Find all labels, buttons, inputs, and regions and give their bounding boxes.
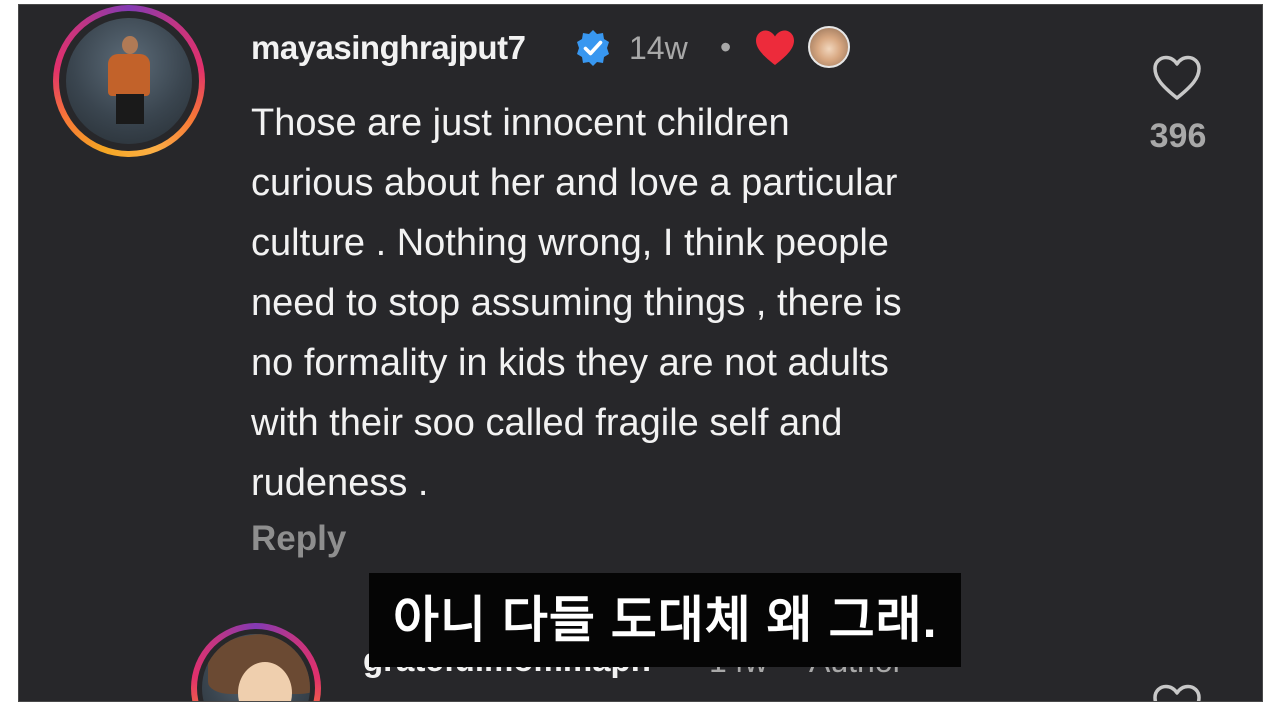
comment-username[interactable]: mayasinghrajput7 — [251, 29, 526, 67]
heart-outline-icon[interactable] — [1151, 54, 1203, 102]
heart-filled-icon — [756, 30, 794, 65]
comment-timestamp: 14w — [629, 30, 688, 66]
comment-thread-panel: mayasinghrajput7 14w • Those are just in… — [18, 4, 1263, 702]
verified-badge-icon — [577, 30, 609, 66]
author-avatar-small — [808, 26, 850, 68]
comment-text: Those are just innocent children curious… — [251, 102, 902, 504]
meta-separator: • — [720, 29, 732, 65]
reply-button[interactable]: Reply — [251, 519, 346, 559]
commenter-avatar[interactable] — [53, 5, 205, 157]
like-count: 396 — [1149, 117, 1207, 155]
avatar-photo — [66, 18, 192, 144]
video-subtitle-caption: 아니 다들 도대체 왜 그래. — [369, 573, 962, 667]
next-commenter-avatar[interactable] — [191, 623, 321, 701]
heart-outline-icon[interactable] — [1151, 683, 1203, 702]
